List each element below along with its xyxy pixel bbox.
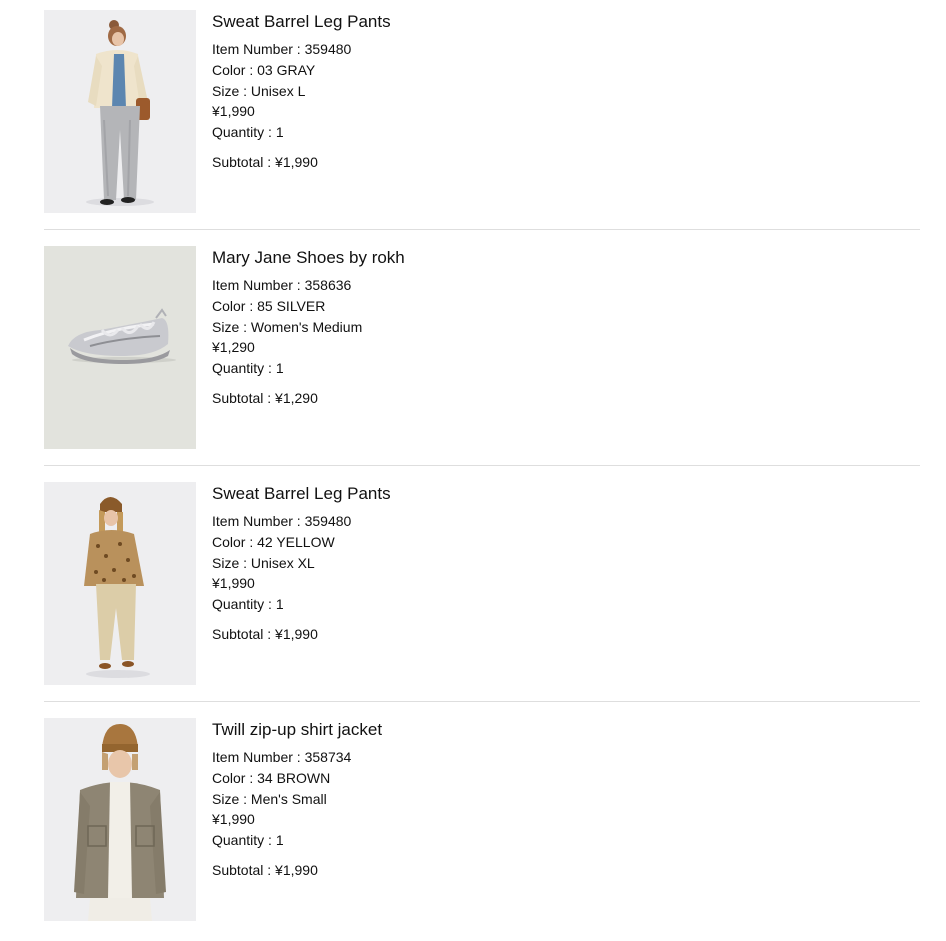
item-number-row: Item Number : 359480: [212, 511, 391, 532]
quantity-row: Quantity : 1: [212, 830, 382, 851]
quantity-row: Quantity : 1: [212, 122, 391, 143]
item-number-value: 359480: [304, 513, 352, 529]
subtotal-label: Subtotal :: [212, 625, 276, 642]
size-row: Size : Unisex L: [212, 81, 391, 102]
item-details: Mary Jane Shoes by rokh Item Number : 35…: [212, 246, 405, 408]
subtotal-value: ¥1,990: [275, 625, 318, 642]
product-photo: [44, 718, 196, 921]
size-label: Size :: [212, 82, 251, 99]
color-value: 42 YELLOW: [257, 533, 335, 550]
item-divider: [44, 465, 920, 466]
color-row: Color : 42 YELLOW: [212, 532, 391, 553]
color-label: Color :: [212, 769, 258, 786]
order-item: Sweat Barrel Leg Pants Item Number : 359…: [44, 10, 920, 214]
item-number-value: 358734: [304, 749, 352, 765]
product-name[interactable]: Sweat Barrel Leg Pants: [212, 484, 391, 504]
size-value: Unisex L: [250, 82, 306, 99]
product-name[interactable]: Twill zip-up shirt jacket: [212, 720, 382, 740]
subtotal-value: ¥1,990: [275, 861, 318, 878]
item-divider: [44, 701, 920, 702]
item-number-row: Item Number : 358636: [212, 275, 405, 296]
product-image-silver-shoes[interactable]: [44, 246, 196, 449]
quantity-row: Quantity : 1: [212, 594, 391, 615]
subtotal-value: ¥1,290: [275, 389, 318, 406]
color-value: 34 BROWN: [257, 769, 331, 786]
product-photo: [44, 10, 196, 213]
item-number-row: Item Number : 359480: [212, 39, 391, 60]
product-name[interactable]: Sweat Barrel Leg Pants: [212, 12, 391, 32]
order-item: Twill zip-up shirt jacket Item Number : …: [44, 718, 920, 922]
size-label: Size :: [212, 554, 251, 571]
product-photo: [44, 246, 196, 449]
color-row: Color : 85 SILVER: [212, 296, 405, 317]
quantity-value: 1: [275, 596, 284, 613]
color-value: 85 SILVER: [257, 297, 326, 314]
subtotal-label: Subtotal :: [212, 861, 276, 878]
order-item: Mary Jane Shoes by rokh Item Number : 35…: [44, 246, 920, 450]
quantity-label: Quantity :: [212, 124, 276, 141]
color-row: Color : 03 GRAY: [212, 60, 391, 81]
price: ¥1,990: [212, 103, 255, 120]
size-label: Size :: [212, 318, 251, 335]
size-value: Women's Medium: [250, 318, 363, 335]
item-number-value: 359480: [304, 41, 352, 57]
size-row: Size : Unisex XL: [212, 553, 391, 574]
quantity-label: Quantity :: [212, 596, 276, 613]
size-value: Unisex XL: [250, 554, 315, 571]
size-row: Size : Women's Medium: [212, 317, 405, 338]
color-label: Color :: [212, 297, 258, 314]
subtotal-row: Subtotal : ¥1,290: [212, 388, 405, 408]
price: ¥1,290: [212, 339, 255, 356]
quantity-value: 1: [275, 124, 284, 141]
subtotal-label: Subtotal :: [212, 389, 276, 406]
color-row: Color : 34 BROWN: [212, 768, 382, 789]
item-number-label: Item Number :: [212, 277, 305, 293]
product-image-brown-jacket[interactable]: [44, 718, 196, 921]
product-image-gray-pants[interactable]: [44, 10, 196, 213]
size-row: Size : Men's Small: [212, 789, 382, 810]
color-value: 03 GRAY: [257, 61, 316, 78]
size-value: Men's Small: [250, 790, 327, 807]
product-photo: [44, 482, 196, 685]
order-item: Sweat Barrel Leg Pants Item Number : 359…: [44, 482, 920, 686]
subtotal-label: Subtotal :: [212, 153, 276, 170]
product-name[interactable]: Mary Jane Shoes by rokh: [212, 248, 405, 268]
item-number-label: Item Number :: [212, 749, 305, 765]
subtotal-row: Subtotal : ¥1,990: [212, 860, 382, 880]
item-number-row: Item Number : 358734: [212, 747, 382, 768]
quantity-label: Quantity :: [212, 360, 276, 377]
quantity-label: Quantity :: [212, 832, 276, 849]
item-number-value: 358636: [304, 277, 352, 293]
quantity-value: 1: [275, 832, 284, 849]
subtotal-row: Subtotal : ¥1,990: [212, 624, 391, 644]
price: ¥1,990: [212, 811, 255, 828]
subtotal-row: Subtotal : ¥1,990: [212, 152, 391, 172]
item-divider: [44, 229, 920, 230]
color-label: Color :: [212, 61, 258, 78]
item-number-label: Item Number :: [212, 513, 305, 529]
product-image-beige-pants[interactable]: [44, 482, 196, 685]
item-details: Twill zip-up shirt jacket Item Number : …: [212, 718, 382, 880]
color-label: Color :: [212, 533, 258, 550]
size-label: Size :: [212, 790, 251, 807]
item-details: Sweat Barrel Leg Pants Item Number : 359…: [212, 10, 391, 172]
item-details: Sweat Barrel Leg Pants Item Number : 359…: [212, 482, 391, 644]
quantity-row: Quantity : 1: [212, 358, 405, 379]
item-number-label: Item Number :: [212, 41, 305, 57]
quantity-value: 1: [275, 360, 284, 377]
subtotal-value: ¥1,990: [275, 153, 318, 170]
price: ¥1,990: [212, 575, 255, 592]
